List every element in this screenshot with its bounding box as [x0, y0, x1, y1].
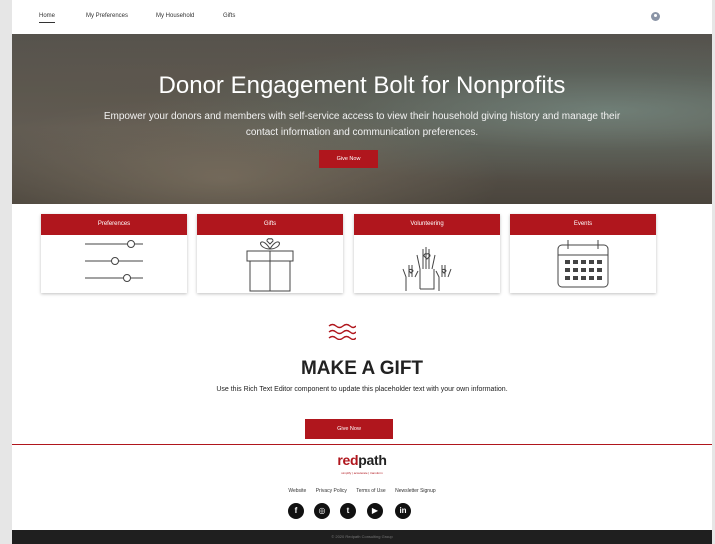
footer-link-website[interactable]: Website — [288, 488, 306, 494]
hero-subtitle: Empower your donors and members with sel… — [103, 111, 621, 138]
waves-icon — [328, 323, 356, 340]
card-gifts[interactable]: Gifts — [197, 214, 343, 293]
twitter-icon[interactable]: t — [340, 503, 356, 519]
card-title: Preferences — [41, 214, 187, 235]
make-a-gift-title: MAKE A GIFT — [300, 358, 424, 379]
redpath-logo[interactable]: redpath — [12, 452, 712, 468]
hero-banner: Donor Engagement Bolt for Nonprofits Emp… — [12, 34, 712, 204]
footer-links: Website Privacy Policy Terms of Use News… — [12, 488, 712, 494]
logo-tagline: simplify | accelerate | transform — [341, 471, 383, 475]
gift-give-now-button[interactable]: Give Now — [305, 419, 393, 439]
hero-give-now-button[interactable]: Give Now — [319, 150, 378, 168]
page: Home My Preferences My Household Gifts D… — [12, 0, 712, 544]
footer-link-privacy-policy[interactable]: Privacy Policy — [316, 488, 347, 494]
sliders-icon — [85, 240, 143, 282]
hero-title: Donor Engagement Bolt for Nonprofits — [158, 72, 566, 99]
card-title: Volunteering — [354, 214, 500, 235]
top-nav: Home My Preferences My Household Gifts — [12, 0, 712, 34]
calendar-icon — [557, 240, 609, 288]
linkedin-icon[interactable]: in — [395, 503, 411, 519]
footer-divider — [12, 444, 712, 445]
user-avatar-icon[interactable] — [651, 12, 660, 21]
nav-my-household[interactable]: My Household — [156, 13, 194, 19]
facebook-icon[interactable]: f — [288, 503, 304, 519]
card-title: Events — [510, 214, 656, 235]
footer-link-terms-of-use[interactable]: Terms of Use — [356, 488, 385, 494]
card-preferences[interactable]: Preferences — [41, 214, 187, 293]
nav-gifts[interactable]: Gifts — [223, 13, 235, 19]
raised-hands-icon — [402, 247, 452, 291]
gift-icon — [246, 238, 294, 292]
make-a-gift-text: Use this Rich Text Editor component to u… — [216, 386, 508, 393]
copyright-bar: © 2020 Redpath Consulting Group — [12, 530, 712, 544]
card-events[interactable]: Events — [510, 214, 656, 293]
youtube-icon[interactable]: ▶ — [367, 503, 383, 519]
instagram-icon[interactable]: ◎ — [314, 503, 330, 519]
card-title: Gifts — [197, 214, 343, 235]
footer-link-newsletter-signup[interactable]: Newsletter Signup — [395, 488, 436, 494]
nav-home[interactable]: Home — [39, 13, 56, 23]
nav-my-preferences[interactable]: My Preferences — [86, 13, 128, 19]
card-volunteering[interactable]: Volunteering — [354, 214, 500, 293]
